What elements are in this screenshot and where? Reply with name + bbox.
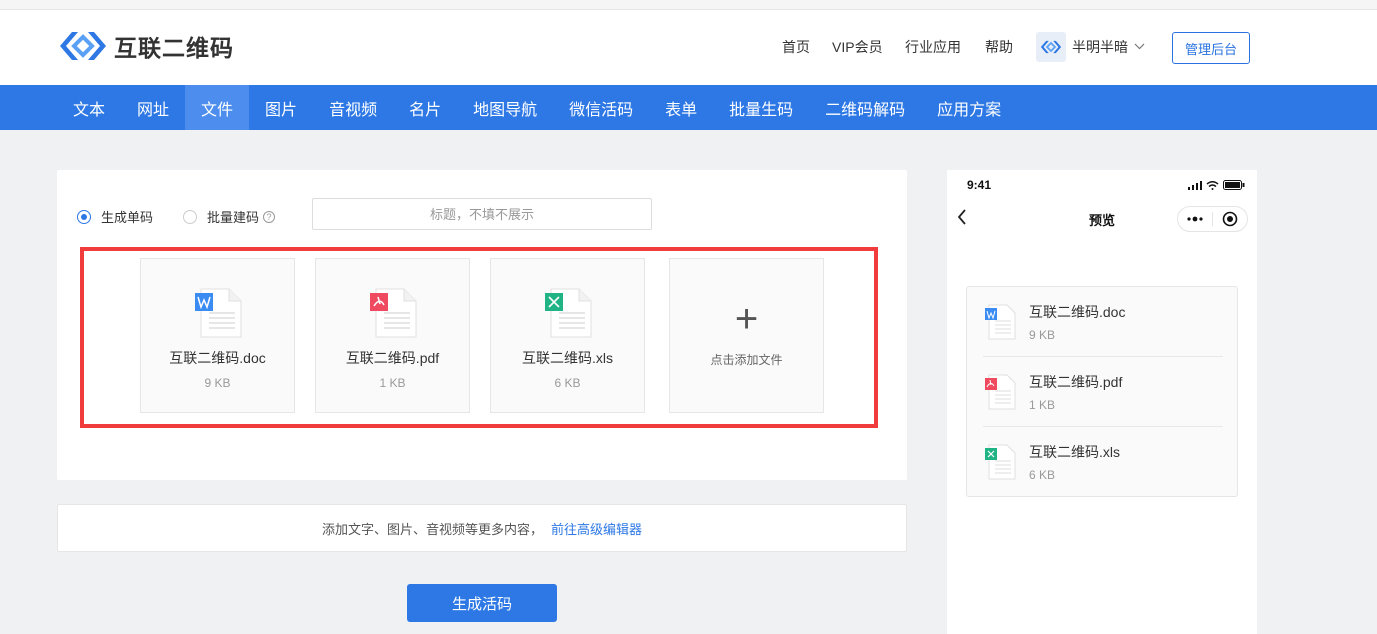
status-icons — [1188, 180, 1245, 190]
radio-batch[interactable] — [183, 209, 198, 224]
tab-wechat-live-code[interactable]: 微信活码 — [553, 85, 649, 130]
signal-icon — [1188, 180, 1202, 190]
generate-button[interactable]: 生成活码 — [407, 584, 557, 622]
preview-file-size: 1 KB — [1029, 398, 1056, 412]
nav-vip-label[interactable]: VIP会员 — [832, 37, 883, 57]
tab-form[interactable]: 表单 — [649, 85, 713, 130]
radio-single[interactable] — [77, 209, 91, 224]
nav-home[interactable]: 首页 — [782, 37, 810, 57]
chevron-down-icon — [1134, 42, 1145, 53]
wifi-icon — [1206, 180, 1219, 190]
preview-file-list: 互联二维码.doc 9 KB 互联二维码.pdf 1 KB 互联二维码.xls … — [966, 286, 1238, 497]
help-icon[interactable]: ? — [263, 210, 276, 223]
nav-industry[interactable]: 行业应用 — [905, 37, 961, 57]
mode-batch-label[interactable]: 批量建码 — [207, 207, 259, 226]
more-dots-icon[interactable] — [1178, 207, 1212, 231]
nav-help[interactable]: 帮助 — [985, 37, 1013, 57]
tab-batch-generate[interactable]: 批量生码 — [713, 85, 809, 130]
avatar — [1036, 32, 1066, 62]
nav-industry-label[interactable]: 行业应用 — [905, 37, 961, 57]
preview-file-name: 互联二维码.doc — [1029, 304, 1126, 320]
preview-file-item[interactable]: 互联二维码.doc 9 KB — [983, 287, 1223, 357]
tab-file[interactable]: 文件 — [185, 85, 250, 130]
nav-vip[interactable]: VIP会员 — [832, 37, 883, 57]
mode-single-label[interactable]: 生成单码 — [101, 207, 153, 226]
word-file-icon — [985, 304, 1016, 340]
advanced-editor-link[interactable]: 前往高级编辑器 — [551, 519, 642, 538]
close-target-icon[interactable] — [1213, 207, 1247, 231]
miniapp-capsule — [1177, 206, 1248, 232]
site-header: 互联二维码 首页 VIP会员 行业应用 帮助 半明半暗 管理后台 — [0, 10, 1377, 85]
tab-url[interactable]: 网址 — [121, 85, 185, 130]
more-content-bar: 添加文字、图片、音视频等更多内容， 前往高级编辑器 — [57, 504, 907, 552]
tab-solutions[interactable]: 应用方案 — [921, 85, 1017, 130]
tab-audio-video[interactable]: 音视频 — [313, 85, 393, 130]
tab-business-card[interactable]: 名片 — [393, 85, 457, 130]
tab-map-navigation[interactable]: 地图导航 — [457, 85, 553, 130]
preview-file-name: 互联二维码.xls — [1029, 444, 1120, 460]
logo-text: 互联二维码 — [114, 35, 234, 61]
preview-file-item[interactable]: 互联二维码.pdf 1 KB — [983, 357, 1223, 427]
tab-qr-decode[interactable]: 二维码解码 — [809, 85, 921, 130]
preview-file-size: 6 KB — [1029, 468, 1056, 482]
logo-icon — [60, 32, 106, 60]
username: 半明半暗 — [1072, 39, 1128, 55]
nav-help-label[interactable]: 帮助 — [985, 37, 1013, 57]
avatar-logo-icon — [1040, 40, 1062, 54]
preview-file-size: 9 KB — [1029, 328, 1056, 342]
battery-icon — [1223, 180, 1245, 190]
title-input[interactable] — [312, 198, 652, 230]
status-time: 9:41 — [967, 178, 992, 192]
annotation-highlight-box — [80, 247, 878, 428]
tab-image[interactable]: 图片 — [249, 85, 313, 130]
logo[interactable]: 互联二维码 — [58, 29, 234, 63]
mode-selector: 生成单码 批量建码 ? — [77, 207, 276, 226]
browser-top-strip — [0, 0, 1377, 10]
preview-file-name: 互联二维码.pdf — [1029, 374, 1123, 390]
admin-button[interactable]: 管理后台 — [1172, 32, 1250, 64]
tab-text[interactable]: 文本 — [57, 85, 121, 130]
user-menu[interactable]: 半明半暗 — [1036, 32, 1145, 62]
pdf-file-icon — [985, 374, 1016, 410]
more-content-text: 添加文字、图片、音视频等更多内容， — [321, 521, 543, 537]
nav-home-label[interactable]: 首页 — [782, 37, 810, 57]
excel-file-icon — [985, 444, 1016, 480]
preview-file-item[interactable]: 互联二维码.xls 6 KB — [983, 427, 1223, 497]
category-tabs: 文本 网址 文件 图片 音视频 名片 地图导航 微信活码 表单 批量生码 二维码… — [0, 85, 1377, 130]
